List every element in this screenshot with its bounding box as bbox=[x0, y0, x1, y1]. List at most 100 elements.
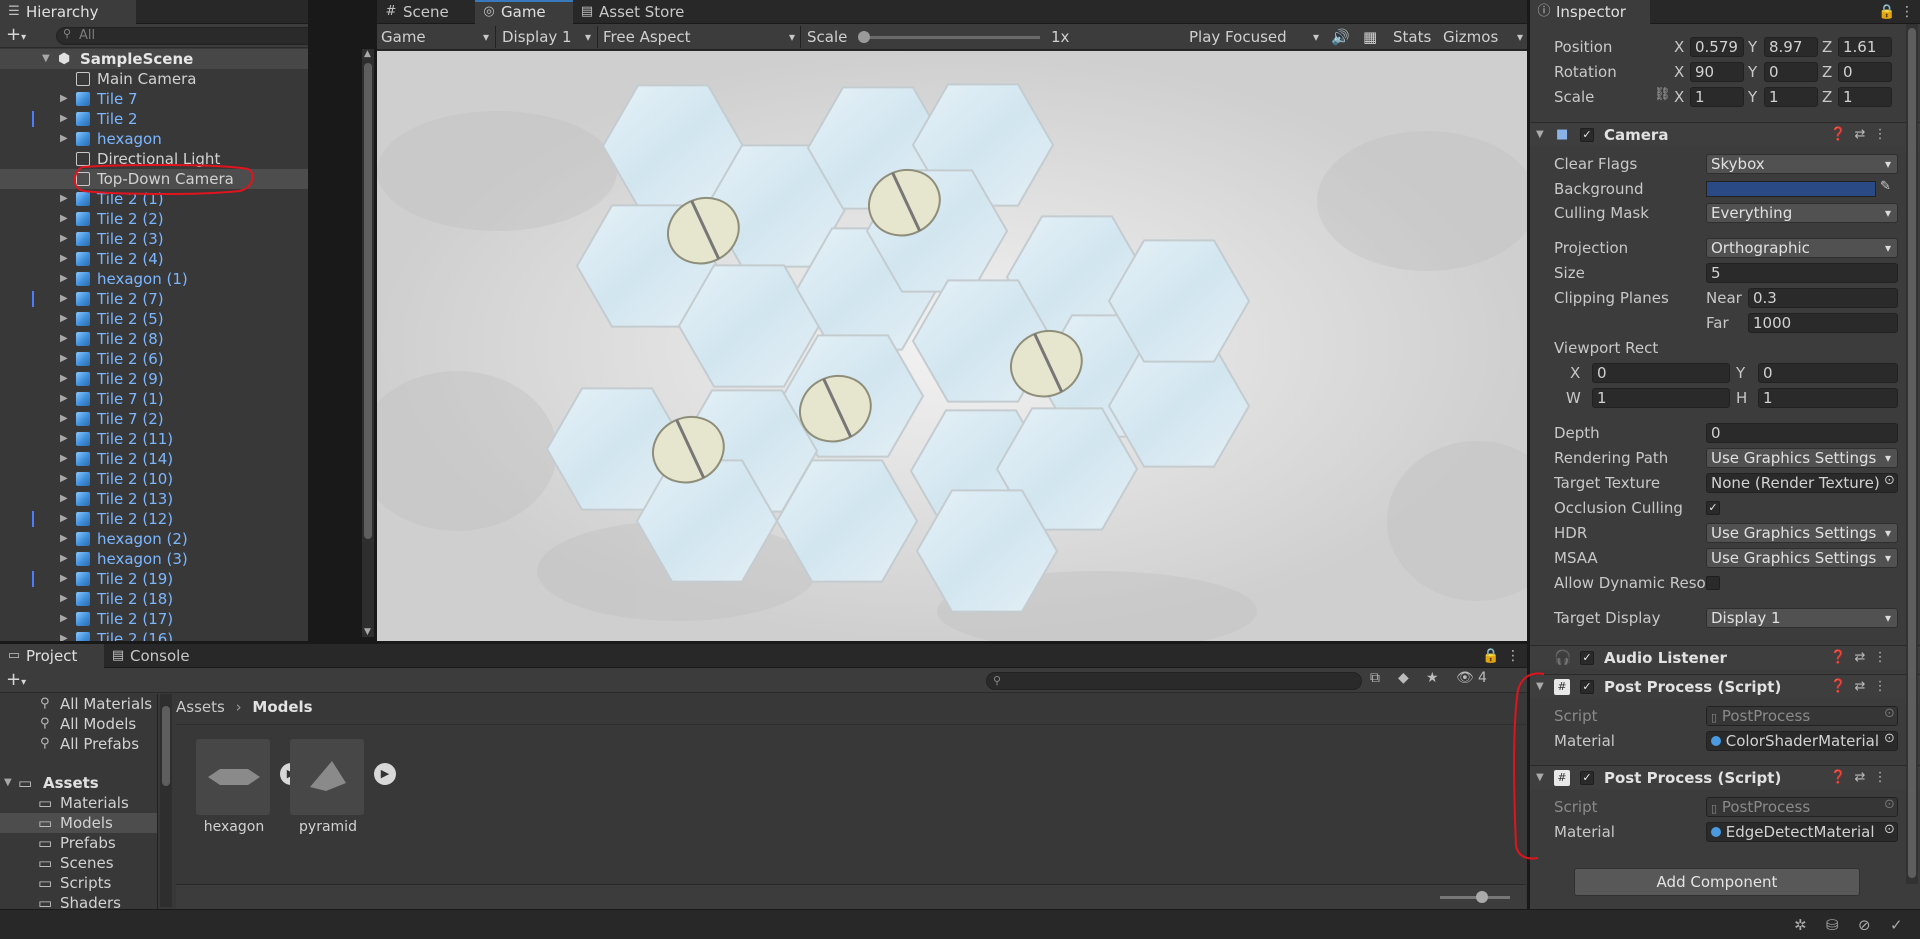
expand-arrow-icon[interactable]: ▶ bbox=[60, 369, 68, 389]
more-menu-icon[interactable]: ⋮ bbox=[1506, 644, 1520, 668]
rotation-x-field[interactable]: 90 bbox=[1690, 62, 1744, 82]
audio-listener-checkbox[interactable]: ✓ bbox=[1580, 651, 1594, 665]
rotation-z-field[interactable]: 0 bbox=[1838, 62, 1892, 82]
expand-arrow-icon[interactable]: ▶ bbox=[60, 569, 68, 589]
asset-item-pyramid[interactable]: ▶ pyramid bbox=[288, 739, 396, 839]
search-by-label-icon[interactable]: ◆ bbox=[1398, 670, 1409, 686]
constrain-proportions-icon[interactable]: ⛓ bbox=[1654, 87, 1671, 102]
expand-arrow-icon[interactable]: ▶ bbox=[60, 509, 68, 529]
folder-item[interactable]: ▭ Shaders bbox=[0, 893, 157, 909]
post-process-2-material-field[interactable]: EdgeDetectMaterial bbox=[1706, 822, 1898, 842]
tab-scene[interactable]: # Scene bbox=[377, 0, 475, 24]
hierarchy-row[interactable]: ▶Tile 2 (5)› bbox=[0, 309, 308, 329]
rendering-path-dropdown[interactable]: Use Graphics Settings bbox=[1706, 448, 1898, 468]
thumbnail-size-knob[interactable] bbox=[1476, 891, 1488, 903]
scale-slider[interactable] bbox=[858, 31, 1040, 43]
post-process-2-header[interactable]: ▼ # ✓ Post Process (Script) ❓ ⇄ ⋮ bbox=[1530, 765, 1920, 789]
expand-arrow-icon[interactable]: ▶ bbox=[60, 609, 68, 629]
favorite-item[interactable]: ⚲ All Models bbox=[0, 714, 157, 734]
more-menu-icon[interactable]: ⋮ bbox=[1900, 0, 1914, 24]
gizmos-dropdown[interactable]: Gizmos bbox=[1443, 26, 1527, 48]
asset-item-hexagon[interactable]: ▶ hexagon bbox=[194, 739, 302, 839]
hierarchy-row[interactable]: ▶Tile 2 (6)› bbox=[0, 349, 308, 369]
display-mode-dropdown[interactable]: Game bbox=[381, 26, 493, 48]
viewport-x-field[interactable]: 0 bbox=[1592, 363, 1730, 383]
tab-inspector[interactable]: ⓘ Inspector bbox=[1530, 0, 1650, 24]
lock-icon[interactable]: 🔒 bbox=[1878, 0, 1895, 24]
expand-arrow-icon[interactable]: ▶ bbox=[60, 389, 68, 409]
hidden-packages-icon[interactable]: 👁 bbox=[1456, 670, 1474, 686]
tab-hierarchy[interactable]: ☰ Hierarchy bbox=[0, 0, 136, 24]
scale-x-field[interactable]: 1 bbox=[1690, 87, 1744, 107]
hierarchy-search-input[interactable]: ⚲ All bbox=[56, 27, 308, 45]
hierarchy-row[interactable]: ▶hexagon (3)› bbox=[0, 549, 308, 569]
hierarchy-row[interactable]: ▶Tile 2 (2)› bbox=[0, 209, 308, 229]
allow-dynamic-resolution-checkbox[interactable] bbox=[1706, 576, 1720, 590]
hierarchy-row[interactable]: ▶Tile 7 (1)› bbox=[0, 389, 308, 409]
object-picker-icon[interactable]: ⊙ bbox=[1884, 473, 1895, 488]
hierarchy-row[interactable]: ▶Tile 2 (13)› bbox=[0, 489, 308, 509]
lock-icon[interactable]: 🔒 bbox=[1482, 644, 1499, 668]
favorite-star-icon[interactable]: ★ bbox=[1426, 670, 1439, 686]
camera-enabled-checkbox[interactable]: ✓ bbox=[1580, 128, 1594, 142]
expand-arrow-icon[interactable]: ▶ bbox=[60, 629, 68, 641]
hierarchy-row[interactable]: Main Camera bbox=[0, 69, 308, 89]
expand-arrow-icon[interactable]: ▶ bbox=[60, 129, 68, 149]
status-ok-icon[interactable]: ✓ bbox=[1890, 916, 1903, 934]
expand-arrow-icon[interactable]: ▶ bbox=[60, 269, 68, 289]
rotation-y-field[interactable]: 0 bbox=[1764, 62, 1818, 82]
folder-item[interactable]: ▭ Models bbox=[0, 813, 157, 833]
scale-z-field[interactable]: 1 bbox=[1838, 87, 1892, 107]
hdr-dropdown[interactable]: Use Graphics Settings bbox=[1706, 523, 1898, 543]
hierarchy-row[interactable]: ▶Tile 2 (7)› bbox=[0, 289, 308, 309]
viewport-y-field[interactable]: 0 bbox=[1758, 363, 1898, 383]
breadcrumb-models[interactable]: Models bbox=[252, 698, 312, 716]
component-help-icons[interactable]: ❓ ⇄ ⋮ bbox=[1830, 646, 1887, 670]
expand-arrow-icon[interactable]: ▶ bbox=[60, 229, 68, 249]
scroll-down-icon[interactable]: ▼ bbox=[364, 627, 371, 637]
play-mode-dropdown[interactable]: Play Focused bbox=[1189, 26, 1323, 48]
hierarchy-row[interactable]: ▶Tile 7 (2)› bbox=[0, 409, 308, 429]
folder-item[interactable]: ▭ Materials bbox=[0, 793, 157, 813]
position-x-field[interactable]: 0.579 bbox=[1690, 37, 1744, 57]
scale-y-field[interactable]: 1 bbox=[1764, 87, 1818, 107]
tab-game[interactable]: ◎ Game bbox=[475, 0, 573, 24]
projection-dropdown[interactable]: Orthographic bbox=[1706, 238, 1898, 258]
background-color-swatch[interactable] bbox=[1706, 181, 1876, 197]
size-field[interactable]: 5 bbox=[1706, 263, 1898, 283]
project-search-input[interactable]: ⚲ bbox=[986, 672, 1362, 690]
hierarchy-row[interactable]: ▶Tile 2› bbox=[0, 109, 308, 129]
audio-listener-header[interactable]: 🎧 ✓ Audio Listener ❓ ⇄ ⋮ bbox=[1530, 645, 1920, 669]
expand-arrow-icon[interactable]: ▼ bbox=[4, 773, 12, 793]
culling-mask-dropdown[interactable]: Everything bbox=[1706, 203, 1898, 223]
object-picker-icon[interactable]: ⊙ bbox=[1884, 706, 1895, 721]
auto-refresh-icon[interactable]: ⊘ bbox=[1858, 916, 1871, 934]
expand-arrow-icon[interactable]: ▶ bbox=[60, 409, 68, 429]
cache-server-icon[interactable]: ⛁ bbox=[1826, 916, 1839, 934]
expand-arrow-icon[interactable]: ▶ bbox=[60, 109, 68, 129]
hierarchy-row[interactable]: ▶Tile 2 (16)› bbox=[0, 629, 308, 641]
thumbnail-size-slider[interactable] bbox=[1440, 891, 1510, 903]
play-preview-icon[interactable]: ▶ bbox=[374, 763, 396, 785]
expand-arrow-icon[interactable]: ▶ bbox=[60, 429, 68, 449]
inspector-scrollbar[interactable] bbox=[1906, 24, 1918, 884]
hierarchy-row[interactable]: ▶Tile 2 (10)› bbox=[0, 469, 308, 489]
create-add-button[interactable]: +▾ bbox=[6, 671, 26, 692]
expand-arrow-icon[interactable]: ▶ bbox=[60, 549, 68, 569]
expand-arrow-icon[interactable]: ▶ bbox=[60, 189, 68, 209]
camera-component-header[interactable]: ▼ ■ ✓ Camera ❓ ⇄ ⋮ bbox=[1530, 122, 1920, 146]
expand-arrow-icon[interactable]: ▶ bbox=[60, 89, 68, 109]
tab-project[interactable]: ▭ Project bbox=[0, 644, 104, 668]
debug-icon[interactable]: ✲ bbox=[1794, 916, 1807, 934]
msaa-dropdown[interactable]: Use Graphics Settings bbox=[1706, 548, 1898, 568]
hierarchy-scrollbar-track[interactable]: ▲ ▼ bbox=[362, 49, 374, 637]
post-process-1-checkbox[interactable]: ✓ bbox=[1580, 680, 1594, 694]
hierarchy-row[interactable]: ▶Tile 2 (18)› bbox=[0, 589, 308, 609]
expand-arrow-icon[interactable]: ▶ bbox=[60, 249, 68, 269]
component-help-icons[interactable]: ❓ ⇄ ⋮ bbox=[1830, 675, 1887, 699]
clear-flags-dropdown[interactable]: Skybox bbox=[1706, 154, 1898, 174]
add-component-button[interactable]: Add Component bbox=[1574, 868, 1860, 896]
hierarchy-row[interactable]: ▶Tile 2 (4)› bbox=[0, 249, 308, 269]
scale-slider-knob[interactable] bbox=[858, 31, 870, 43]
expand-arrow-icon[interactable]: ▶ bbox=[60, 529, 68, 549]
